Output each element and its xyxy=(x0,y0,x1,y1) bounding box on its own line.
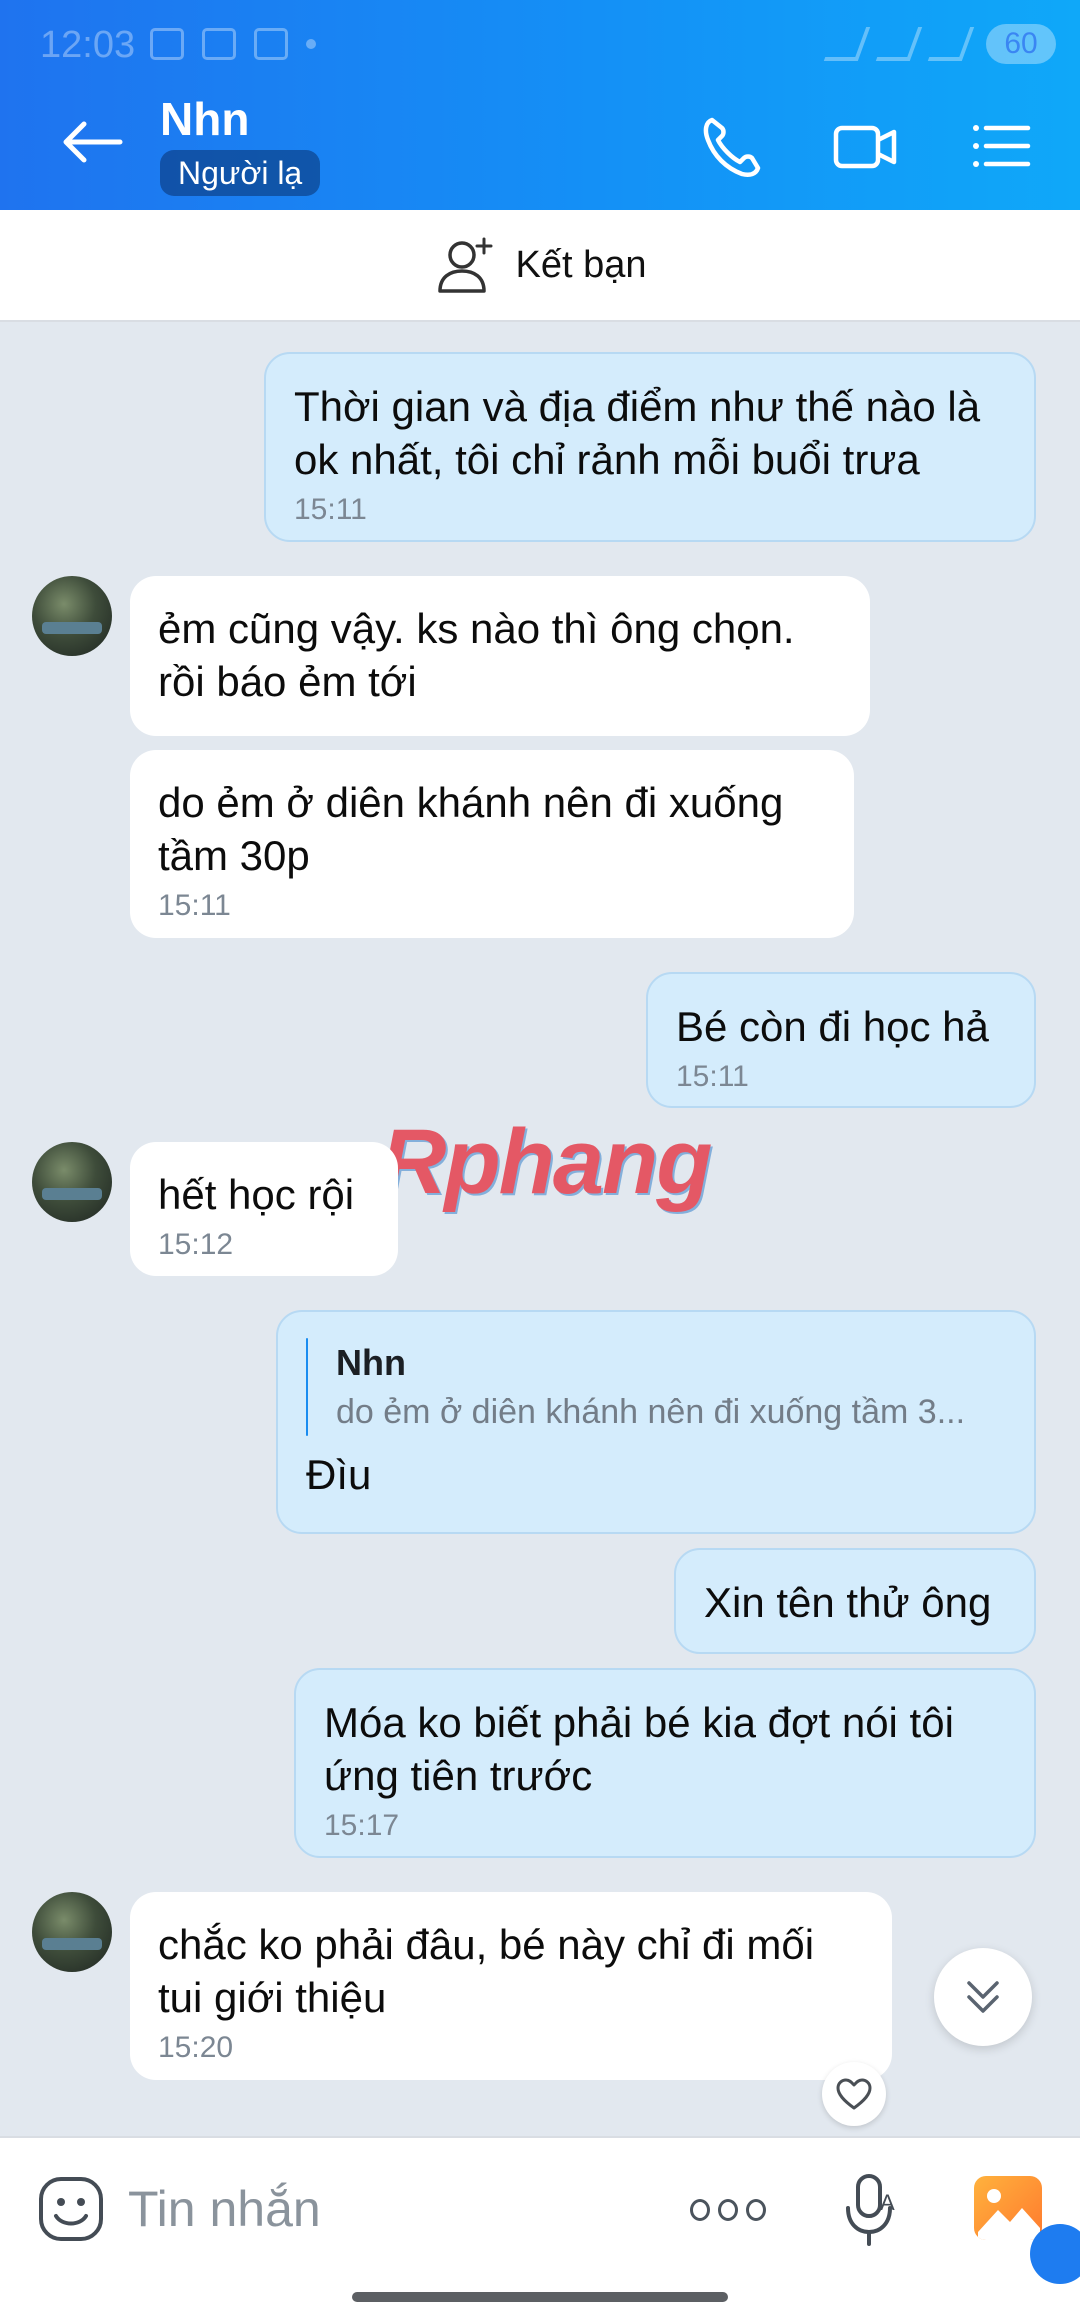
quote-text: do ẻm ở diên khánh nên đi xuống tầm 3... xyxy=(336,1393,966,1431)
message-time: 15:11 xyxy=(158,889,231,922)
avatar[interactable] xyxy=(32,1142,112,1222)
back-button[interactable] xyxy=(56,112,126,172)
message-time: 15:11 xyxy=(676,1060,749,1093)
chat-header: 12:03 60 Nhn Người lạ xyxy=(0,0,1080,210)
video-call-button[interactable] xyxy=(830,112,900,187)
image-icon xyxy=(978,2189,1040,2240)
add-user-icon xyxy=(437,237,492,293)
message-time: 15:12 xyxy=(158,1228,234,1261)
app-icon xyxy=(254,28,288,60)
message-bubble[interactable]: Xin tên thử ông xyxy=(674,1548,1036,1654)
message-text: ẻm cũng vậy. ks nào thì ông chọn. rồi bá… xyxy=(158,605,795,705)
quoted-message[interactable]: Nhn do ẻm ở diên khánh nên đi xuống tầm … xyxy=(306,1338,1006,1436)
message-text: Móa ko biết phải bé kia đợt nói tôi ứng … xyxy=(324,1699,954,1799)
quote-sender: Nhn xyxy=(336,1342,406,1383)
svg-text:A: A xyxy=(880,2190,895,2215)
avatar[interactable] xyxy=(32,576,112,656)
watermark: Rphang xyxy=(380,1111,712,1213)
chevron-double-down-icon xyxy=(967,1981,999,2013)
message-text: Thời gian và địa điểm như thế nào là ok … xyxy=(294,383,981,483)
system-icons: 60 xyxy=(823,24,1056,64)
add-friend-label: Kết bạn xyxy=(515,243,647,286)
message-text: Đìu xyxy=(306,1451,372,1498)
more-icon-dot xyxy=(746,2199,766,2221)
message-bubble[interactable]: hết học rội 15:12 xyxy=(130,1142,398,1276)
more-button[interactable] xyxy=(690,2192,766,2228)
message-time: 15:11 xyxy=(294,493,367,526)
home-indicator[interactable] xyxy=(352,2292,728,2302)
phone-icon xyxy=(703,117,761,177)
message-bubble[interactable]: Thời gian và địa điểm như thế nào là ok … xyxy=(264,352,1036,542)
scroll-to-bottom-button[interactable] xyxy=(934,1948,1032,2046)
wifi-icon xyxy=(875,27,923,61)
mail-icon xyxy=(202,28,236,60)
video-camera-icon xyxy=(833,125,897,169)
message-text: do ẻm ở diên khánh nên đi xuống tầm 30p xyxy=(158,779,784,879)
quote-bar xyxy=(306,1338,308,1436)
message-bubble[interactable]: do ẻm ở diên khánh nên đi xuống tầm 30p … xyxy=(130,750,854,938)
screenshot-icon xyxy=(150,28,184,60)
react-button[interactable] xyxy=(822,2062,886,2126)
signal-icon xyxy=(927,27,975,61)
message-bubble[interactable]: Móa ko biết phải bé kia đợt nói tôi ứng … xyxy=(294,1668,1036,1858)
message-input[interactable] xyxy=(128,2174,648,2244)
more-notifications-icon xyxy=(306,39,316,49)
notification-icons xyxy=(150,28,316,60)
status-bar: 12:03 60 xyxy=(0,0,1080,96)
message-text: Xin tên thử ông xyxy=(704,1579,992,1626)
more-icon xyxy=(690,2199,710,2221)
message-composer: A xyxy=(0,2136,1080,2316)
image-button[interactable] xyxy=(974,2176,1042,2240)
menu-button[interactable] xyxy=(966,112,1036,187)
message-time: 15:20 xyxy=(158,2031,234,2064)
call-button[interactable] xyxy=(696,112,766,187)
message-text: chắc ko phải đâu, bé này chỉ đi mối tui … xyxy=(158,1921,815,2021)
battery-indicator: 60 xyxy=(986,24,1056,64)
stranger-badge: Người lạ xyxy=(160,150,321,196)
emoji-icon xyxy=(39,2177,103,2241)
voice-button[interactable]: A xyxy=(842,2172,902,2248)
message-text: Bé còn đi học hả xyxy=(676,1003,989,1050)
message-text: hết học rội xyxy=(158,1171,355,1218)
heart-icon xyxy=(836,2078,872,2110)
emoji-button[interactable] xyxy=(36,2174,106,2244)
contact-name[interactable]: Nhn xyxy=(160,92,249,146)
message-bubble[interactable]: Bé còn đi học hả 15:11 xyxy=(646,972,1036,1108)
message-time: 15:17 xyxy=(324,1809,400,1842)
mic-icon: A xyxy=(846,2174,895,2246)
message-bubble[interactable]: chắc ko phải đâu, bé này chỉ đi mối tui … xyxy=(130,1892,892,2080)
message-bubble[interactable]: ẻm cũng vậy. ks nào thì ông chọn. rồi bá… xyxy=(130,576,870,736)
avatar[interactable] xyxy=(32,1892,112,1972)
reply-message-bubble[interactable]: Nhn do ẻm ở diên khánh nên đi xuống tầm … xyxy=(276,1310,1036,1534)
more-icon-dot xyxy=(718,2199,738,2221)
mute-icon xyxy=(823,27,871,61)
arrow-left-icon xyxy=(63,121,123,163)
status-time: 12:03 xyxy=(40,24,136,66)
list-menu-icon xyxy=(973,125,1031,167)
add-friend-button[interactable]: Kết bạn xyxy=(0,210,1080,322)
